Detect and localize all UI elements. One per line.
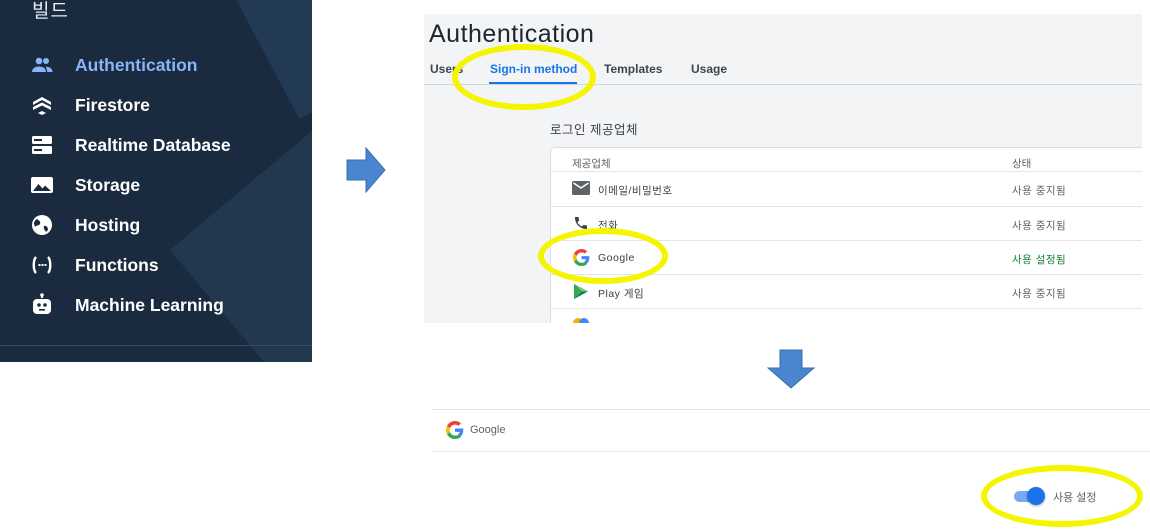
firestore-icon — [30, 93, 54, 117]
sidebar-item-label: Machine Learning — [75, 294, 224, 315]
arrow-down-icon — [767, 349, 815, 389]
enable-toggle-label: 사용 설정 — [1053, 492, 1097, 504]
provider-status: 사용 중지됨 — [1012, 288, 1067, 300]
sidebar-item-label: Authentication — [75, 54, 198, 75]
provider-status: 사용 중지됨 — [1012, 220, 1067, 232]
detail-provider-name: Google — [470, 424, 506, 436]
provider-name: 이메일/비밀번호 — [598, 185, 673, 197]
toggle-knob — [1027, 487, 1045, 505]
sidebar-item-realtime-database[interactable]: Realtime Database — [30, 131, 231, 159]
sidebar-item-firestore[interactable]: Firestore — [30, 91, 150, 119]
sidebar-item-label: Storage — [75, 174, 141, 195]
enable-toggle[interactable] — [1014, 487, 1045, 505]
sidebar-item-hosting[interactable]: Hosting — [30, 211, 140, 239]
provider-name: Play 게임 — [598, 288, 645, 300]
sidebar-item-machine-learning[interactable]: Machine Learning — [30, 291, 224, 319]
sidebar-item-storage[interactable]: Storage — [30, 171, 140, 199]
tab-usage[interactable]: Usage — [691, 62, 727, 76]
provider-status: 사용 중지됨 — [1012, 185, 1067, 197]
functions-icon — [30, 253, 54, 277]
column-header-provider: 제공업체 — [572, 158, 611, 170]
email-icon — [572, 179, 590, 197]
arrow-right-icon — [346, 147, 386, 193]
sidebar-section-title: 빌드 — [32, 1, 69, 22]
detail-divider — [432, 451, 1150, 452]
play-games-icon — [572, 282, 590, 300]
column-header-status: 상태 — [1012, 158, 1032, 170]
detail-divider — [432, 409, 1150, 410]
tab-templates[interactable]: Templates — [604, 62, 662, 76]
globe-icon — [30, 213, 54, 237]
provider-status: 사용 설정됨 — [1012, 254, 1067, 266]
google-icon — [446, 421, 464, 439]
database-icon — [30, 133, 54, 157]
table-row[interactable]: Play 게임 사용 중지됨 — [551, 274, 1142, 309]
sidebar-item-label: Functions — [75, 254, 159, 275]
sidebar-item-label: Firestore — [75, 94, 150, 115]
highlight-circle — [452, 44, 596, 110]
sidebar-item-authentication[interactable]: Authentication — [30, 51, 198, 79]
table-row[interactable]: 이메일/비밀번호 사용 중지됨 — [551, 171, 1142, 206]
sidebar-item-label: Hosting — [75, 214, 141, 235]
game-center-icon — [572, 316, 590, 323]
table-row[interactable] — [551, 308, 1142, 323]
sidebar: 빌드 Authentication Firestore Realtime Dat… — [0, 0, 312, 362]
image-icon — [30, 173, 54, 197]
sidebar-divider — [0, 345, 312, 346]
providers-heading: 로그인 제공업체 — [550, 123, 638, 137]
sidebar-item-label: Realtime Database — [75, 134, 231, 155]
sidebar-decoration — [215, 0, 312, 119]
sidebar-item-functions[interactable]: Functions — [30, 251, 159, 279]
robot-icon — [30, 293, 54, 317]
sidebar-decoration — [170, 82, 312, 362]
highlight-circle — [538, 228, 668, 284]
people-icon — [30, 53, 54, 77]
